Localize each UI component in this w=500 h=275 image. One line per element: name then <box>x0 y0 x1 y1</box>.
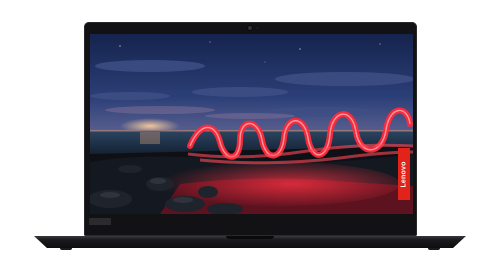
foot-right <box>428 248 440 250</box>
webcam-led <box>256 27 258 29</box>
laptop-screen <box>90 34 413 214</box>
webcam-icon <box>248 26 252 30</box>
wallpaper-image <box>90 34 413 214</box>
brand-tag: Lenovo <box>398 148 410 200</box>
bezel-logo <box>89 218 111 225</box>
lid-opening-notch <box>226 236 274 239</box>
brand-label: Lenovo <box>400 160 408 188</box>
foot-left <box>60 248 72 250</box>
laptop: Lenovo <box>0 0 500 275</box>
